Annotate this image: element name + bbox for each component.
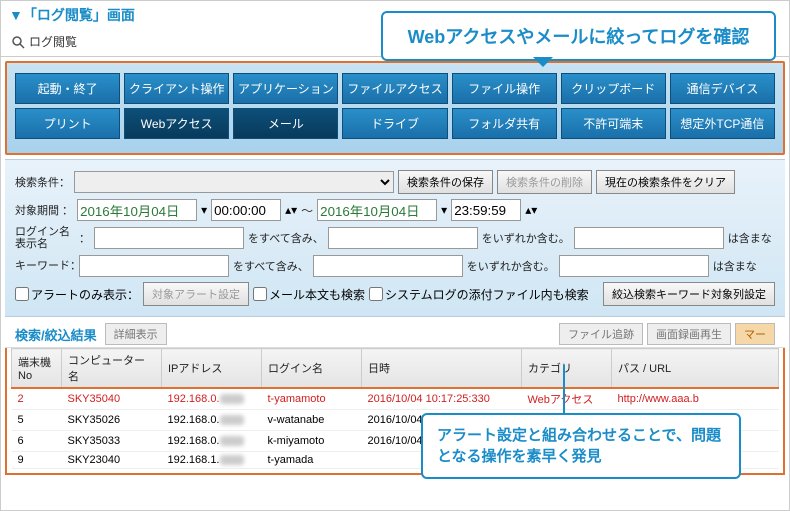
hint-any-1: をいずれか含む。 [482,230,570,246]
table-cell: k-miyamoto [262,431,362,452]
period-label: 対象期間 ： [15,202,73,218]
dropdown-icon[interactable]: ▾ [441,203,447,217]
keyword-excl-input[interactable] [559,255,709,277]
alert-only-label: アラートのみ表示： [31,286,139,303]
breadcrumb-text: ログ閲覧 [29,33,77,50]
callout-top-text: Webアクセスやメールに絞ってログを確認 [397,23,760,49]
table-cell: SKY35026 [62,410,162,431]
time-to-input[interactable] [451,199,521,221]
login-excl-input[interactable] [574,227,724,249]
date-from-input[interactable] [77,199,197,221]
hint-any-2: をいずれか含む。 [467,258,555,274]
callout-bottom: アラート設定と組み合わせることで、問題となる操作を素早く発見 [421,413,741,479]
table-cell: 2016/10/04 10:17:25:330 [362,388,522,410]
login-label: ログイン名 表示名 [15,226,75,250]
mail-body-label: メール本文も検索 [269,286,365,303]
col-header[interactable]: 日時 [362,349,522,389]
alert-only-check[interactable] [15,287,29,301]
table-cell: SKY23040 [62,452,162,469]
tab-アプリケーション[interactable]: アプリケーション [233,73,338,104]
save-cond-button[interactable]: 検索条件の保存 [398,170,493,194]
col-header[interactable]: ログイン名 [262,349,362,389]
hint-all-2: をすべて含み、 [233,258,309,274]
category-tabs: 起動・終了クライアント操作アプリケーションファイルアクセスファイル操作クリップボ… [5,61,785,155]
range-tilde: ～ [301,202,313,219]
table-cell: SKY35040 [62,388,162,410]
tab-クリップボード[interactable]: クリップボード [561,73,666,104]
colon: ： [79,230,90,246]
table-cell: 5 [12,410,62,431]
keyword-any-input[interactable] [313,255,463,277]
tab-ファイル操作[interactable]: ファイル操作 [452,73,557,104]
search-cond-select[interactable] [74,171,394,193]
login-any-input[interactable] [328,227,478,249]
col-header[interactable]: IPアドレス [162,349,262,389]
alert-only-checkbox[interactable]: アラートのみ表示： [15,286,139,303]
dropdown-icon[interactable]: ▾ [201,203,207,217]
date-to-input[interactable] [317,199,437,221]
table-cell: 192.168.1. [162,452,262,469]
table-cell: 192.168.0. [162,388,262,410]
table-cell: 6 [12,431,62,452]
tab-フォルダ共有[interactable]: フォルダ共有 [452,108,557,139]
table-cell: t-yamamoto [262,388,362,410]
table-cell: SKY35033 [62,431,162,452]
col-header[interactable]: パス / URL [612,349,779,389]
mark-button[interactable]: マー [735,323,775,345]
callout-bottom-text: アラート設定と組み合わせることで、問題となる操作を素早く発見 [437,425,725,467]
tab-通信デバイス[interactable]: 通信デバイス [670,73,775,104]
file-trace-button[interactable]: ファイル追跡 [559,323,643,345]
stepper-icon[interactable]: ▴▾ [525,203,537,217]
table-cell: http://www.aaa.b [612,388,779,410]
hint-excl-2: は含まな [713,258,757,274]
callout-top: Webアクセスやメールに絞ってログを確認 [381,11,776,61]
tab-プリント[interactable]: プリント [15,108,120,139]
col-header[interactable]: コンピューター名 [62,349,162,389]
tab-クライアント操作[interactable]: クライアント操作 [124,73,229,104]
tab-ドライブ[interactable]: ドライブ [342,108,447,139]
table-cell: v-watanabe [262,410,362,431]
table-cell: 192.168.0. [162,431,262,452]
detail-view-button[interactable]: 詳細表示 [105,323,167,345]
search-panel: 検索条件： 検索条件の保存 検索条件の削除 現在の検索条件をクリア 対象期間 ：… [5,159,785,317]
narrow-cols-button[interactable]: 絞込検索キーワード対象列設定 [603,282,775,306]
results-title: 検索/絞込結果 [15,325,97,344]
results-header: 検索/絞込結果 詳細表示 ファイル追跡 画面録画再生 マー [5,317,785,348]
table-cell: 192.168.0. [162,410,262,431]
search-icon [11,35,25,49]
keyword-label: キーワード： [15,260,75,272]
hint-excl-1: は含まな [728,230,772,246]
tab-Webアクセス[interactable]: Webアクセス [124,108,229,139]
syslog-label: システムログの添付ファイル内も検索 [385,286,589,303]
stepper-icon[interactable]: ▴▾ [285,203,297,217]
col-header[interactable]: カテゴリ [522,349,612,389]
syslog-checkbox[interactable]: システムログの添付ファイル内も検索 [369,286,589,303]
login-all-input[interactable] [94,227,244,249]
search-cond-label: 検索条件： [15,174,70,190]
tab-不許可端末[interactable]: 不許可端末 [561,108,666,139]
delete-cond-button[interactable]: 検索条件の削除 [497,170,592,194]
mail-body-check[interactable] [253,287,267,301]
table-header-row: 端末機Noコンピューター名IPアドレスログイン名日時カテゴリパス / URL [12,349,779,389]
table-cell: 9 [12,452,62,469]
table-cell: 2 [12,388,62,410]
keyword-all-input[interactable] [79,255,229,277]
table-cell: t-yamada [262,452,362,469]
screen-rec-button[interactable]: 画面録画再生 [647,323,731,345]
table-row[interactable]: 2SKY35040192.168.0.t-yamamoto2016/10/04 … [12,388,779,410]
alert-config-button[interactable]: 対象アラート設定 [143,282,249,306]
table-cell: Webアクセス [522,388,612,410]
tab-ファイルアクセス[interactable]: ファイルアクセス [342,73,447,104]
mail-body-checkbox[interactable]: メール本文も検索 [253,286,365,303]
syslog-check[interactable] [369,287,383,301]
tab-メール[interactable]: メール [233,108,338,139]
col-header[interactable]: 端末機No [12,349,62,389]
tab-想定外TCP通信[interactable]: 想定外TCP通信 [670,108,775,139]
clear-cond-button[interactable]: 現在の検索条件をクリア [596,170,735,194]
tab-起動・終了[interactable]: 起動・終了 [15,73,120,104]
time-from-input[interactable] [211,199,281,221]
hint-all-1: をすべて含み、 [248,230,324,246]
